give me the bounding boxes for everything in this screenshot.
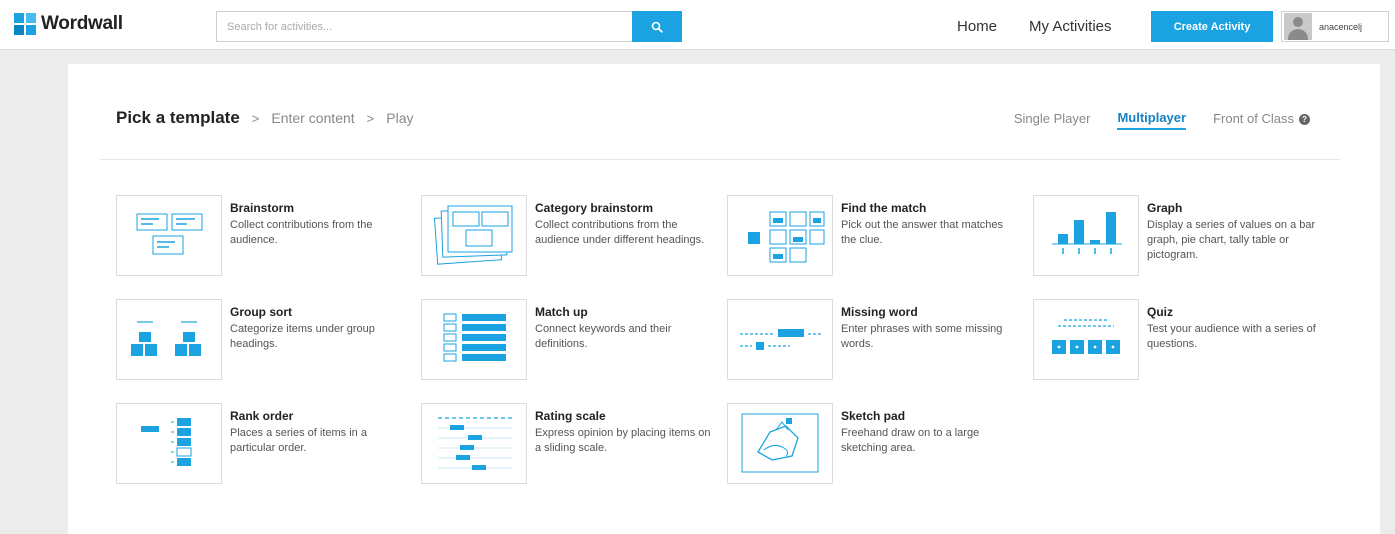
help-icon[interactable]: ? (1299, 114, 1310, 125)
thumbnail-rating-scale (421, 403, 527, 484)
thumbnail-match-up (421, 299, 527, 380)
thumbnail-quiz (1033, 299, 1139, 380)
create-activity-button[interactable]: Create Activity (1151, 11, 1273, 42)
template-panel: Pick a template > Enter content > Play S… (68, 64, 1380, 534)
card-description: Collect contributions from the audience. (230, 219, 373, 246)
template-card-match-up[interactable]: Match up Connect keywords and their defi… (421, 299, 721, 383)
card-description: Pick out the answer that matches the clu… (841, 219, 1004, 246)
template-card-category-brainstorm[interactable]: Category brainstorm Collect contribution… (421, 195, 721, 279)
template-card-brainstorm[interactable]: Brainstorm Collect contributions from th… (116, 195, 416, 279)
username: anacencelj (1319, 21, 1363, 32)
card-title: Rating scale (535, 409, 606, 423)
template-card-rating-scale[interactable]: Rating scale Express opinion by placing … (421, 403, 721, 487)
card-title: Brainstorm (230, 201, 295, 215)
card-title: Quiz (1147, 305, 1173, 319)
card-description: Display a series of values on a bar grap… (1147, 219, 1316, 261)
template-card-graph[interactable]: Graph Display a series of values on a ba… (1033, 195, 1333, 279)
breadcrumb-separator: > (251, 111, 260, 126)
template-card-quiz[interactable]: Quiz Test your audience with a series of… (1033, 299, 1333, 383)
missing-word-icon (740, 329, 822, 350)
nav-home[interactable]: Home (957, 18, 997, 35)
breadcrumb-separator: > (366, 111, 375, 126)
card-title: Find the match (841, 201, 927, 215)
logo-text: Wordwall (41, 13, 123, 34)
search-bar (216, 11, 682, 42)
thumbnail-graph (1033, 195, 1139, 276)
graph-icon (1052, 212, 1122, 254)
card-title: Rank order (230, 409, 294, 423)
card-title: Group sort (230, 305, 292, 319)
thumbnail-category-brainstorm (421, 195, 527, 276)
template-card-group-sort[interactable]: Group sort Categorize items under group … (116, 299, 416, 383)
logo[interactable]: Wordwall (14, 13, 123, 35)
card-description: Freehand draw on to a large sketching ar… (841, 427, 980, 454)
thumbnail-rank-order (116, 403, 222, 484)
brainstorm-icon (136, 213, 203, 255)
match-up-icon (443, 313, 506, 362)
rank-order-icon (141, 418, 192, 466)
nav-my-activities[interactable]: My Activities (1029, 18, 1112, 35)
card-title: Match up (535, 305, 588, 319)
player-mode-tabs: Single Player Multiplayer Front of Class… (987, 110, 1310, 130)
card-title: Graph (1147, 201, 1183, 215)
top-bar: Wordwall Home My Activities Create Activ… (0, 0, 1395, 50)
search-button[interactable] (632, 11, 682, 42)
tab-multiplayer[interactable]: Multiplayer (1117, 110, 1187, 130)
thumbnail-find-the-match (727, 195, 833, 276)
card-title: Sketch pad (841, 409, 906, 423)
group-sort-icon (131, 321, 201, 356)
template-card-find-the-match[interactable]: Find the match Pick out the answer that … (727, 195, 1027, 279)
thumbnail-group-sort (116, 299, 222, 380)
rating-scale-icon (438, 417, 512, 470)
template-card-rank-order[interactable]: Rank order Places a series of items in a… (116, 403, 416, 487)
card-title: Missing word (841, 305, 918, 319)
category-brainstorm-icon (433, 205, 513, 265)
thumbnail-missing-word (727, 299, 833, 380)
logo-icon (14, 13, 36, 35)
thumbnail-sketch-pad (727, 403, 833, 484)
card-description: Enter phrases with some missing words. (841, 323, 1003, 350)
sketch-pad-icon (741, 413, 819, 473)
card-description: Express opinion by placing items on a sl… (535, 427, 711, 454)
search-icon (651, 21, 663, 33)
find-the-match-icon (748, 211, 825, 263)
template-card-missing-word[interactable]: Missing word Enter phrases with some mis… (727, 299, 1027, 383)
divider (100, 159, 1340, 160)
card-description: Categorize items under group headings. (230, 323, 375, 350)
breadcrumb-enter-content: Enter content (271, 110, 355, 126)
tab-single-player[interactable]: Single Player (1014, 111, 1091, 129)
user-menu[interactable]: anacencelj (1281, 11, 1389, 42)
card-description: Test your audience with a series of ques… (1147, 323, 1316, 350)
card-description: Collect contributions from the audience … (535, 219, 705, 246)
tab-front-of-class-label: Front of Class (1213, 111, 1294, 126)
template-card-sketch-pad[interactable]: Sketch pad Freehand draw on to a large s… (727, 403, 1027, 487)
breadcrumb: Pick a template > Enter content > Play (116, 108, 413, 128)
card-description: Connect keywords and their definitions. (535, 323, 672, 350)
quiz-icon (1052, 319, 1120, 354)
card-title: Category brainstorm (535, 201, 654, 215)
search-input[interactable] (216, 11, 632, 42)
tab-front-of-class[interactable]: Front of Class? (1213, 111, 1310, 129)
breadcrumb-play: Play (386, 110, 414, 126)
card-description: Places a series of items in a particular… (230, 427, 367, 454)
avatar (1284, 13, 1312, 40)
breadcrumb-current: Pick a template (116, 108, 240, 127)
thumbnail-brainstorm (116, 195, 222, 276)
